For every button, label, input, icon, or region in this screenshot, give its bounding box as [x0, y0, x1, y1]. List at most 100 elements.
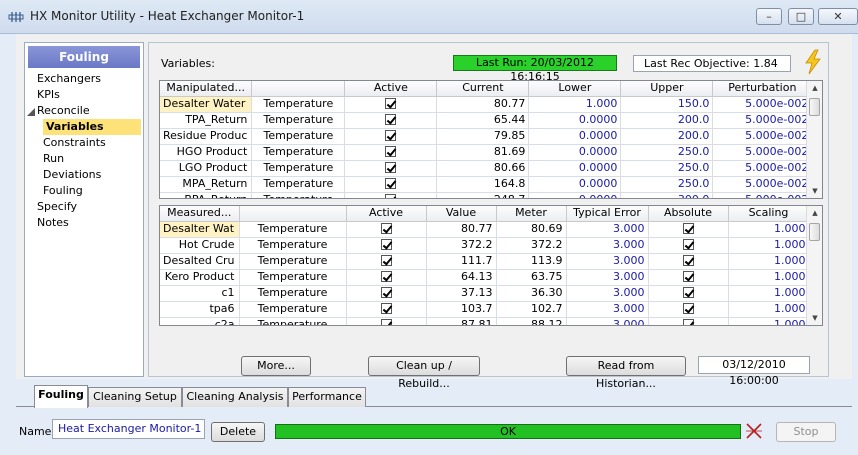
column-header[interactable]	[239, 206, 347, 222]
lower-value[interactable]: 0.0000	[528, 128, 622, 145]
checkbox[interactable]	[682, 318, 694, 325]
upper-value[interactable]: 250.0	[620, 160, 714, 177]
checkbox[interactable]	[385, 193, 397, 198]
scroll-thumb[interactable]	[809, 223, 820, 241]
checkbox[interactable]	[682, 286, 694, 298]
column-header[interactable]: Active	[346, 206, 427, 222]
table-row[interactable]: BPA_ReturnTemperature 248.70.0000300.05.0…	[160, 192, 813, 198]
upper-value[interactable]: 300.0	[620, 192, 714, 198]
checkbox[interactable]	[682, 270, 694, 282]
scroll-up-icon[interactable]: ▲	[807, 206, 822, 220]
table-row[interactable]: Kero Product Temperature 64.13 63.75 3.000 1.…	[160, 269, 810, 286]
variable-name[interactable]: HGO Product	[160, 144, 253, 161]
nav-item-notes[interactable]: Notes	[37, 215, 69, 231]
table-row[interactable]: tpa6 Temperature 103.7 102.7 3.000 1.000	[160, 301, 810, 318]
perturbation-value[interactable]: 5.000e-002	[712, 192, 813, 198]
measured-grid[interactable]: Measured... Active Value Meter Typical Error…	[159, 205, 823, 326]
typical-error-value[interactable]: 3.000	[566, 301, 649, 318]
variable-name[interactable]: c1	[160, 285, 240, 302]
scaling-value[interactable]: 1.000	[728, 269, 810, 286]
column-header[interactable]: Scaling	[728, 206, 810, 222]
nav-item-deviations[interactable]: Deviations	[43, 167, 101, 183]
nav-item-kpis[interactable]: KPIs	[37, 87, 60, 103]
perturbation-value[interactable]: 5.000e-002	[712, 128, 813, 145]
lower-value[interactable]: 0.0000	[528, 160, 622, 177]
variable-name[interactable]: Desalted Cru	[160, 253, 240, 270]
checkbox[interactable]	[682, 254, 694, 266]
scroll-down-icon[interactable]: ▼	[807, 184, 822, 198]
variable-name[interactable]: Hot Crude	[160, 237, 240, 254]
scroll-up-icon[interactable]: ▲	[807, 81, 822, 95]
checkbox[interactable]	[380, 254, 392, 266]
scaling-value[interactable]: 1.000	[728, 221, 810, 238]
checkbox[interactable]	[380, 302, 392, 314]
typical-error-value[interactable]: 3.000	[566, 317, 649, 325]
lower-value[interactable]: 0.0000	[528, 112, 622, 129]
name-field[interactable]: Heat Exchanger Monitor-1	[52, 419, 205, 439]
nav-item-specify[interactable]: Specify	[37, 199, 77, 215]
variable-name[interactable]: tpa6	[160, 301, 240, 318]
close-button[interactable]: ✕	[818, 8, 858, 25]
perturbation-value[interactable]: 5.000e-002	[712, 176, 813, 193]
scaling-value[interactable]: 1.000	[728, 237, 810, 254]
column-header[interactable]: Current	[436, 81, 530, 97]
checkbox[interactable]	[385, 113, 397, 125]
perturbation-value[interactable]: 5.000e-002	[712, 112, 813, 129]
upper-value[interactable]: 200.0	[620, 128, 714, 145]
perturbation-value[interactable]: 5.000e-002	[712, 160, 813, 177]
checkbox[interactable]	[380, 286, 392, 298]
checkbox[interactable]	[385, 145, 397, 157]
variable-name[interactable]: c2a	[160, 317, 240, 325]
upper-value[interactable]: 250.0	[620, 144, 714, 161]
manipulated-grid[interactable]: Manipulated... Active Current Lower Upper Per…	[159, 80, 823, 199]
checkbox[interactable]	[385, 129, 397, 141]
table-row[interactable]: MPA_Return Temperature 164.8 0.0000 250.0 5.0…	[160, 176, 813, 193]
table-row[interactable]: c2a Temperature 87.81 88.12 3.000 1.000	[160, 317, 810, 325]
cleanup-rebuild-button[interactable]: Clean up / Rebuild...	[368, 356, 480, 390]
column-header[interactable]: Typical Error	[566, 206, 649, 222]
variable-name[interactable]: Kero Product	[160, 269, 240, 286]
lower-value[interactable]: 1.000	[528, 96, 622, 113]
nav-item-reconcile[interactable]: Reconcile	[37, 103, 90, 119]
table-row[interactable]: Desalted Cru Temperature 111.7 113.9 3.000 1.…	[160, 253, 810, 270]
lightning-icon[interactable]	[803, 49, 823, 75]
maximize-button[interactable]: □	[788, 8, 814, 25]
checkbox[interactable]	[682, 222, 694, 234]
nav-item-exchangers[interactable]: Exchangers	[37, 71, 101, 87]
delete-button[interactable]: Delete	[211, 422, 265, 442]
scroll-thumb[interactable]	[809, 98, 820, 116]
lower-value[interactable]: 0.0000	[528, 176, 622, 193]
scroll-down-icon[interactable]: ▼	[807, 311, 822, 325]
column-header[interactable]: Manipulated...	[160, 81, 253, 97]
variable-name[interactable]: BPA_Return	[160, 192, 253, 198]
table-row[interactable]: Residue Produc Temperature 79.85 0.0000 200.…	[160, 128, 813, 145]
upper-value[interactable]: 200.0	[620, 112, 714, 129]
variable-name[interactable]: TPA_Return	[160, 112, 253, 129]
table-row[interactable]: Desalter Water Temperature 80.77 1.000 150.0…	[160, 96, 813, 113]
perturbation-value[interactable]: 5.000e-002	[712, 96, 813, 113]
typical-error-value[interactable]: 3.000	[566, 237, 649, 254]
tab-fouling[interactable]: Fouling	[34, 385, 88, 408]
tab-cleaning-setup[interactable]: Cleaning Setup	[88, 387, 182, 407]
column-header[interactable]: Measured...	[160, 206, 240, 222]
cancel-x-icon[interactable]	[744, 421, 764, 441]
stop-button[interactable]: Stop	[776, 422, 836, 442]
checkbox[interactable]	[385, 97, 397, 109]
variable-name[interactable]: Desalter Wat	[160, 221, 240, 238]
scaling-value[interactable]: 1.000	[728, 253, 810, 270]
checkbox[interactable]	[380, 318, 392, 325]
tab-performance[interactable]: Performance	[288, 387, 366, 407]
table-row[interactable]: c1 Temperature 37.13 36.30 3.000 1.000	[160, 285, 810, 302]
lower-value[interactable]: 0.0000	[528, 192, 622, 198]
historian-date-field[interactable]: 03/12/2010 16:00:00	[698, 356, 810, 387]
column-header[interactable]: Perturbation	[712, 81, 813, 97]
variable-name[interactable]: Residue Produc	[160, 128, 253, 145]
typical-error-value[interactable]: 3.000	[566, 285, 649, 302]
table-row[interactable]: Desalter Wat Temperature 80.77 80.69 3.000 1.…	[160, 221, 810, 238]
column-header[interactable]: Upper	[620, 81, 714, 97]
nav-item-fouling[interactable]: Fouling	[43, 183, 83, 199]
lower-value[interactable]: 0.0000	[528, 144, 622, 161]
manipulated-scrollbar[interactable]: ▲ ▼	[806, 81, 822, 198]
table-row[interactable]: Hot Crude Temperature 372.2 372.2 3.000 1.000	[160, 237, 810, 254]
scaling-value[interactable]: 1.000	[728, 301, 810, 318]
